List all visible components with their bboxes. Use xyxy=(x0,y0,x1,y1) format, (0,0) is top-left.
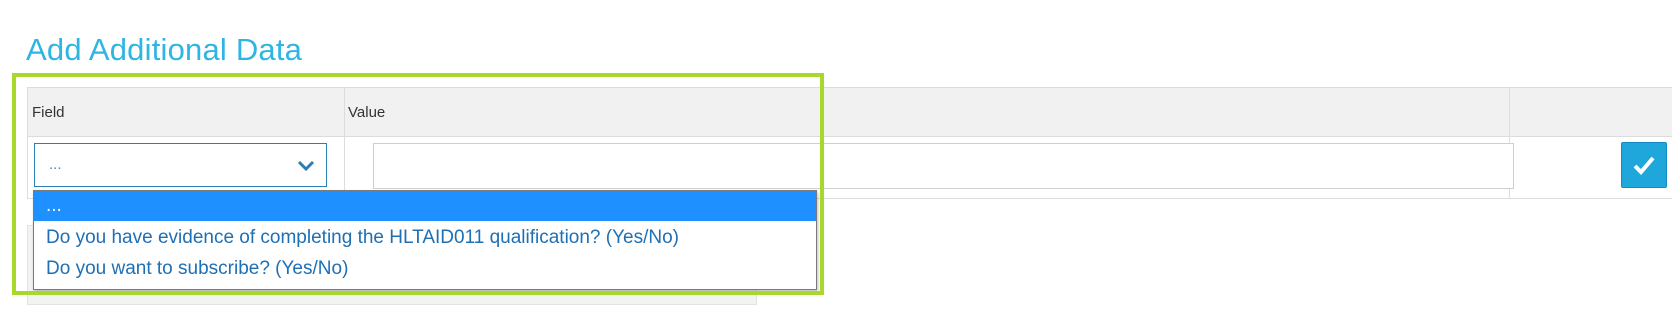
additional-data-table: Field Value ... xyxy=(27,87,1674,199)
field-dropdown-list: ... Do you have evidence of completing t… xyxy=(33,190,817,290)
chevron-down-icon xyxy=(297,160,315,172)
value-input[interactable] xyxy=(373,143,1514,189)
checkmark-icon xyxy=(1633,156,1655,175)
table-header: Field Value xyxy=(28,88,1673,137)
column-header-value: Value xyxy=(348,104,386,121)
page: Add Additional Data Field Value ... ... … xyxy=(0,0,1680,317)
dropdown-option[interactable]: Do you want to subscribe? (Yes/No) xyxy=(34,254,816,284)
dropdown-option[interactable]: ... xyxy=(34,191,816,221)
dropdown-option[interactable]: Do you have evidence of completing the H… xyxy=(34,223,816,253)
column-header-field: Field xyxy=(32,104,65,121)
confirm-button[interactable] xyxy=(1621,142,1667,188)
page-edge xyxy=(1672,0,1680,317)
section-title: Add Additional Data xyxy=(26,32,303,67)
field-select-value: ... xyxy=(49,156,62,173)
column-divider xyxy=(344,88,345,198)
field-select[interactable]: ... xyxy=(34,143,327,187)
